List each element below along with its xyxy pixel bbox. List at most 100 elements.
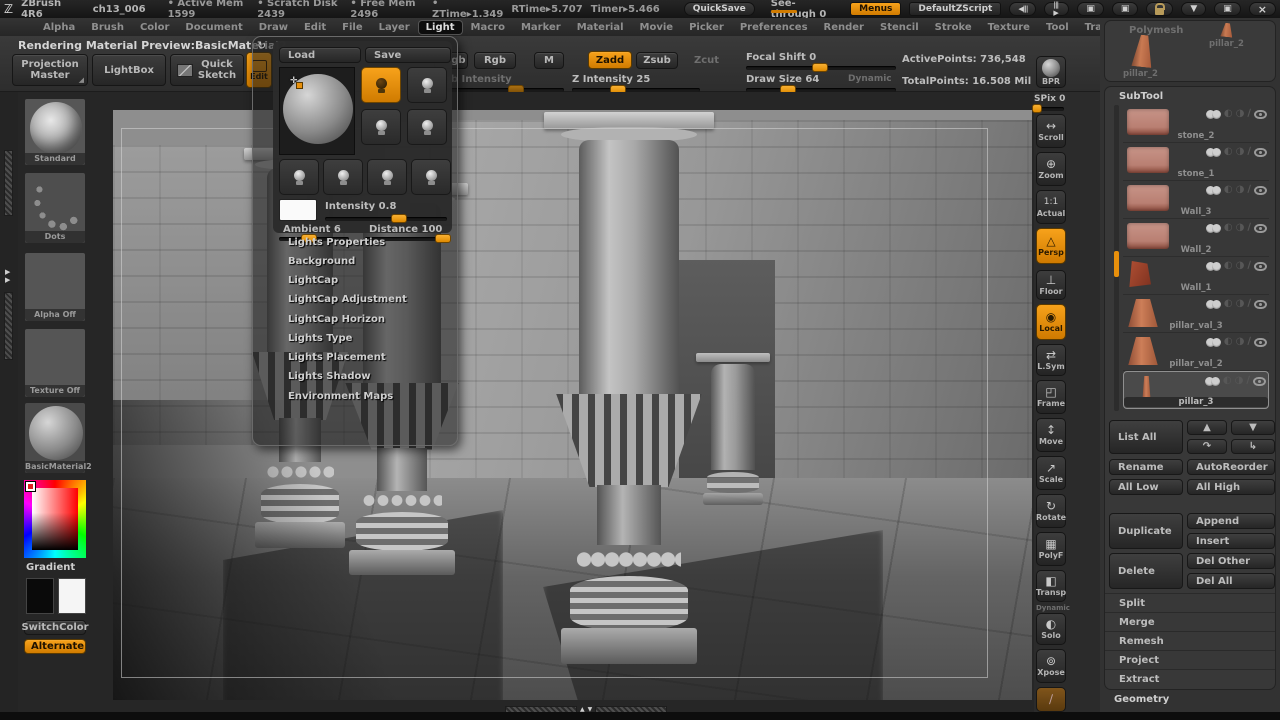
bpr-button[interactable]: BPR <box>1036 56 1066 88</box>
brush-slash-icon[interactable]: ∕ <box>1247 185 1251 195</box>
quicksave-button[interactable]: QuickSave <box>684 2 755 16</box>
menu-lights-placement[interactable]: Lights Placement <box>288 352 386 363</box>
color-picker-square[interactable] <box>32 488 78 550</box>
recent-tool-thumbnail[interactable] <box>1220 22 1233 37</box>
subtool-row-selected[interactable]: ◐◑∕ pillar_3 <box>1123 371 1269 409</box>
menu-preferences[interactable]: Preferences <box>733 21 815 34</box>
menu-lightcap-adjustment[interactable]: LightCap Adjustment <box>288 294 407 305</box>
light-6-button[interactable] <box>323 159 363 195</box>
move-up-button[interactable]: ▲ <box>1187 420 1227 435</box>
right-toolbar-polyf-button[interactable]: ▦PolyF <box>1036 532 1066 566</box>
active-tool-thumbnail[interactable] <box>1131 34 1154 68</box>
menu-brush[interactable]: Brush <box>84 21 131 34</box>
menu-background[interactable]: Background <box>288 256 355 267</box>
refresh-icon[interactable]: ↻ <box>257 39 266 52</box>
menu-marker[interactable]: Marker <box>514 21 568 34</box>
projection-master-button[interactable]: Projection Master ◢ <box>12 54 88 86</box>
redo-right-button[interactable]: ↷ <box>1187 439 1227 454</box>
right-toolbar-local-button[interactable]: ◉Local <box>1036 304 1066 340</box>
brush-slash-icon[interactable]: ∕ <box>1247 337 1251 347</box>
eye-icon[interactable] <box>1254 110 1267 119</box>
zadd-button[interactable]: Zadd <box>588 51 632 69</box>
menu-render[interactable]: Render <box>817 21 871 34</box>
menu-material[interactable]: Material <box>570 21 631 34</box>
nav-left-icon[interactable]: ◀||| <box>1009 2 1036 16</box>
alpha-thumbnail[interactable]: Alpha Off <box>24 252 86 322</box>
half2-icon[interactable]: ◑ <box>1235 376 1244 386</box>
menu-stencil[interactable]: Stencil <box>873 21 926 34</box>
half1-icon[interactable]: ◐ <box>1224 299 1233 309</box>
light-1-button[interactable] <box>361 67 401 103</box>
duplicate-button[interactable]: Duplicate <box>1109 513 1183 549</box>
brush-slash-icon[interactable]: ∕ <box>1247 299 1251 309</box>
brush-slash-icon[interactable]: ∕ <box>1247 223 1251 233</box>
brush-slash-icon[interactable]: ∕ <box>1247 261 1251 271</box>
right-toolbar-persp-button[interactable]: △Persp <box>1036 228 1066 264</box>
menu-tool[interactable]: Tool <box>1039 21 1076 34</box>
save-button[interactable]: Save <box>365 47 451 63</box>
eye-icon[interactable] <box>1254 300 1267 309</box>
menu-lightcap[interactable]: LightCap <box>288 275 338 286</box>
zsub-button[interactable]: Zsub <box>636 52 678 69</box>
quick-sketch-button[interactable]: Quick Sketch <box>170 54 244 86</box>
light-5-button[interactable] <box>279 159 319 195</box>
section-project[interactable]: Project <box>1105 650 1275 669</box>
menu-light[interactable]: Light <box>419 21 462 34</box>
eye-icon[interactable] <box>1254 262 1267 271</box>
zcut-button[interactable]: Zcut <box>694 55 719 66</box>
polypaint-toggle-icon[interactable] <box>1209 300 1221 309</box>
polypaint-toggle-icon[interactable] <box>1209 262 1221 271</box>
switch-color-button[interactable]: SwitchColor <box>24 620 86 635</box>
menu-color[interactable]: Color <box>133 21 176 34</box>
material-thumbnail[interactable]: BasicMaterial2 <box>24 402 86 474</box>
brush-thumbnail[interactable]: Standard <box>24 98 86 166</box>
append-button[interactable]: Append <box>1187 513 1275 529</box>
see-through-slider[interactable]: See-through 0 <box>771 0 832 20</box>
color-picker[interactable] <box>24 480 86 558</box>
brush-slash-icon[interactable]: ∕ <box>1247 147 1251 157</box>
insert-button[interactable]: Insert <box>1187 533 1275 549</box>
subtool-scrollbar-thumb[interactable] <box>1114 251 1119 277</box>
stroke-thumbnail[interactable]: Dots <box>24 172 86 244</box>
right-toolbar-scale-button[interactable]: ↗Scale <box>1036 456 1066 490</box>
menu-alpha[interactable]: Alpha <box>36 21 82 34</box>
eye-icon[interactable] <box>1253 377 1266 386</box>
lock-icon[interactable] <box>1146 2 1173 16</box>
subtool-scrollbar[interactable] <box>1114 105 1119 411</box>
close-icon[interactable]: × <box>1249 2 1276 16</box>
all-high-button[interactable]: All High <box>1187 479 1275 495</box>
window-prev-icon[interactable]: ▣ <box>1077 2 1104 16</box>
subtool-row[interactable]: ◐◑∕ Wall_3 <box>1123 181 1269 219</box>
menu-lights-shadow[interactable]: Lights Shadow <box>288 371 371 382</box>
polypaint-toggle-icon[interactable] <box>1209 224 1221 233</box>
right-toolbar-zoom-button[interactable]: ⊕Zoom <box>1036 152 1066 186</box>
brush-slash-icon[interactable]: ∕ <box>1246 376 1250 386</box>
half2-icon[interactable]: ◑ <box>1236 109 1245 119</box>
half2-icon[interactable]: ◑ <box>1236 337 1245 347</box>
polypaint-toggle-icon[interactable] <box>1209 338 1221 347</box>
half2-icon[interactable]: ◑ <box>1236 185 1245 195</box>
del-other-button[interactable]: Del Other <box>1187 553 1275 569</box>
polypaint-toggle-icon[interactable] <box>1209 110 1221 119</box>
half1-icon[interactable]: ◐ <box>1224 261 1233 271</box>
section-extract[interactable]: Extract <box>1105 669 1275 688</box>
focal-shift-slider[interactable] <box>746 66 896 70</box>
menu-edit[interactable]: Edit <box>297 21 333 34</box>
minimize-icon[interactable]: ▼ <box>1181 2 1206 16</box>
menu-file[interactable]: File <box>335 21 369 34</box>
menu-movie[interactable]: Movie <box>633 21 681 34</box>
eye-icon[interactable] <box>1254 148 1267 157</box>
half1-icon[interactable]: ◐ <box>1224 185 1233 195</box>
right-toolbar-rotate-button[interactable]: ↻Rotate <box>1036 494 1066 528</box>
right-toolbar-floor-button[interactable]: ⊥Floor <box>1036 270 1066 300</box>
light-2-button[interactable] <box>407 67 447 103</box>
eye-icon[interactable] <box>1254 186 1267 195</box>
lightbox-button[interactable]: LightBox <box>92 54 166 86</box>
intensity-slider[interactable] <box>325 217 447 221</box>
main-color-swatch[interactable] <box>26 578 54 614</box>
menu-environment-maps[interactable]: Environment Maps <box>288 391 393 402</box>
polypaint-toggle-icon[interactable] <box>1209 148 1221 157</box>
menu-lights-properties[interactable]: Lights Properties <box>288 237 385 248</box>
light-color-swatch[interactable] <box>279 199 317 221</box>
light-8-button[interactable] <box>411 159 451 195</box>
